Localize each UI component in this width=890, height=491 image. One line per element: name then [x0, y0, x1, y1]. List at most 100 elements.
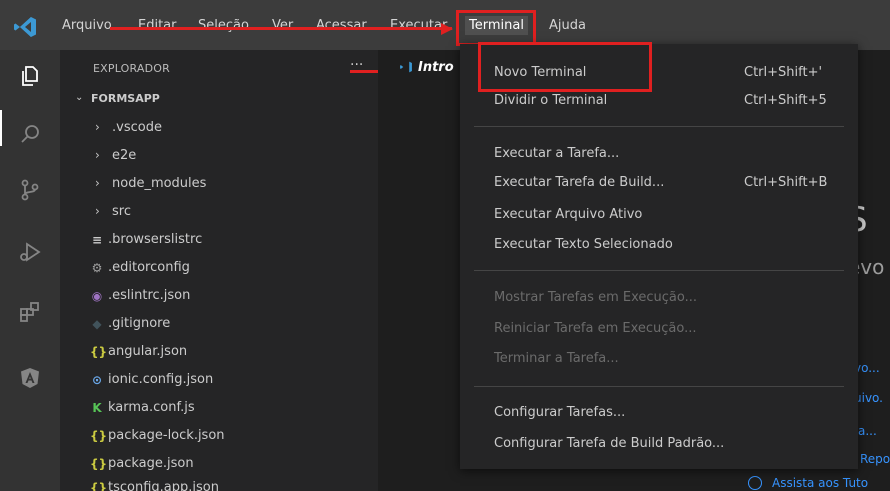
menu-item-label: Executar Texto Selecionado: [494, 237, 673, 252]
menu-item-dividir-terminal[interactable]: Dividir o Terminal Ctrl+Shift+5: [460, 89, 858, 113]
tree-file-eslintrc[interactable]: ◉ .eslintrc.json: [60, 286, 378, 308]
welcome-link[interactable]: Assista aos Tuto: [772, 476, 868, 490]
chevron-right-icon: ›: [95, 176, 100, 190]
welcome-link[interactable]: uivo.: [854, 391, 883, 405]
tree-item-label: angular.json: [108, 344, 188, 359]
menu-ver[interactable]: Ver: [272, 18, 293, 33]
menu-item-configurar-build-padrao[interactable]: Configurar Tarefa de Build Padrão...: [460, 432, 858, 456]
menu-item-label: Mostrar Tarefas em Execução...: [494, 290, 698, 305]
tree-item-label: .eslintrc.json: [108, 288, 191, 303]
tree-item-label: src: [112, 204, 131, 219]
menu-item-terminar-tarefa: Terminar a Tarefa...: [460, 347, 858, 371]
menu-item-executar-build[interactable]: Executar Tarefa de Build... Ctrl+Shift+B: [460, 171, 858, 195]
activity-bar: [0, 50, 60, 491]
eslint-icon: ◉: [91, 289, 103, 303]
tree-file-ionic-config[interactable]: ⊙ ionic.config.json: [60, 370, 378, 392]
welcome-link[interactable]: a...: [858, 424, 877, 438]
chevron-right-icon: ›: [95, 204, 100, 218]
chevron-down-icon: ⌄: [75, 92, 84, 103]
tree-file-angular-json[interactable]: {} angular.json: [60, 342, 378, 364]
sidebar-title: EXPLORADOR: [93, 62, 171, 75]
tree-item-label: .vscode: [112, 120, 162, 135]
tree-file-gitignore[interactable]: ◆ .gitignore: [60, 314, 378, 336]
editor-tab-label: Intro: [418, 60, 454, 75]
tree-item-label: karma.conf.js: [108, 400, 195, 415]
menu-item-mostrar-tarefas: Mostrar Tarefas em Execução...: [460, 286, 858, 310]
json-braces-icon: {}: [90, 429, 108, 443]
menu-arquivo[interactable]: Arquivo: [62, 18, 112, 33]
menu-item-label: Terminar a Tarefa...: [494, 351, 619, 366]
search-icon[interactable]: [18, 122, 42, 146]
menu-item-label: Executar Tarefa de Build...: [494, 175, 665, 190]
menu-item-label: Dividir o Terminal: [494, 93, 608, 108]
workspace-section-header[interactable]: FORMSAPP: [91, 92, 160, 105]
menu-selecao[interactable]: Seleção: [198, 18, 249, 33]
menu-item-executar-tarefa[interactable]: Executar a Tarefa...: [460, 142, 858, 166]
menu-separator: [474, 126, 844, 127]
menu-item-label: Executar Arquivo Ativo: [494, 207, 643, 222]
menu-item-executar-arquivo-ativo[interactable]: Executar Arquivo Ativo: [460, 203, 858, 227]
menu-item-label: Configurar Tarefa de Build Padrão...: [494, 436, 725, 451]
karma-icon: K: [92, 401, 102, 415]
play-circle-icon: [748, 476, 762, 490]
angular-icon[interactable]: [18, 366, 42, 390]
chevron-right-icon: ›: [95, 148, 100, 162]
vscode-logo-icon: [400, 61, 412, 73]
tree-folder-vscode[interactable]: › .vscode: [60, 118, 378, 140]
editor-tab-intro[interactable]: Intro: [378, 50, 468, 85]
tree-file-tsconfig-app[interactable]: {} tsconfig.app.json: [60, 478, 378, 491]
run-debug-icon[interactable]: [18, 240, 42, 264]
tree-item-label: ionic.config.json: [108, 372, 214, 387]
tree-item-label: package.json: [108, 456, 194, 471]
tree-folder-src[interactable]: › src: [60, 202, 378, 224]
explorer-files-icon[interactable]: [18, 64, 42, 88]
tree-folder-node-modules[interactable]: › node_modules: [60, 174, 378, 196]
tree-item-label: .browserslistrc: [108, 232, 203, 247]
menu-item-shortcut: Ctrl+Shift+B: [744, 175, 828, 190]
chevron-right-icon: ›: [95, 120, 100, 134]
tree-item-label: e2e: [112, 148, 137, 163]
menu-separator: [474, 386, 844, 387]
active-view-indicator: [0, 110, 2, 146]
json-braces-icon: {}: [90, 481, 108, 491]
source-control-icon[interactable]: [18, 178, 42, 202]
tree-item-label: .editorconfig: [108, 260, 190, 275]
menu-separator: [474, 270, 844, 271]
terminal-menu-dropdown: Novo Terminal Ctrl+Shift+' Dividir o Ter…: [460, 44, 858, 469]
extensions-icon[interactable]: [18, 300, 42, 324]
menu-executar[interactable]: Executar: [390, 18, 447, 33]
tree-file-editorconfig[interactable]: ⚙ .editorconfig: [60, 258, 378, 280]
tree-folder-e2e[interactable]: › e2e: [60, 146, 378, 168]
menu-item-executar-texto-selecionado[interactable]: Executar Texto Selecionado: [460, 233, 858, 257]
menu-item-reiniciar-tarefa: Reiniciar Tarefa em Execução...: [460, 317, 858, 341]
menu-item-label: Executar a Tarefa...: [494, 146, 620, 161]
tree-file-browserslistrc[interactable]: ≡ .browserslistrc: [60, 230, 378, 252]
tree-item-label: tsconfig.app.json: [108, 480, 219, 491]
menu-item-configurar-tarefas[interactable]: Configurar Tarefas...: [460, 401, 858, 425]
tree-file-package-json[interactable]: {} package.json: [60, 454, 378, 476]
tree-item-label: package-lock.json: [108, 428, 225, 443]
lines-file-icon: ≡: [91, 233, 103, 247]
menu-item-shortcut: Ctrl+Shift+5: [744, 93, 827, 108]
json-braces-icon: {}: [90, 457, 108, 471]
tree-file-package-lock[interactable]: {} package-lock.json: [60, 426, 378, 448]
tree-file-karma-conf[interactable]: K karma.conf.js: [60, 398, 378, 420]
gear-icon: ⚙: [91, 261, 103, 275]
menu-item-shortcut: Ctrl+Shift+': [744, 65, 823, 80]
menu-item-label: Reiniciar Tarefa em Execução...: [494, 321, 697, 336]
menu-item-label: Configurar Tarefas...: [494, 405, 626, 420]
welcome-link[interactable]: Repo: [860, 452, 890, 466]
menu-acessar[interactable]: Acessar: [316, 18, 367, 33]
annotation-box-novo-terminal: [478, 42, 652, 92]
annotation-arrowhead-menubar: [441, 23, 453, 35]
tree-item-label: .gitignore: [108, 316, 171, 331]
annotation-box-terminal: [456, 10, 536, 46]
tree-item-label: node_modules: [112, 176, 207, 191]
ionic-icon: ⊙: [91, 373, 103, 387]
menu-editar[interactable]: Editar: [138, 18, 177, 33]
vscode-logo-icon: [14, 17, 36, 37]
json-braces-icon: {}: [90, 345, 108, 359]
menu-ajuda[interactable]: Ajuda: [549, 18, 586, 33]
explorer-sidebar: EXPLORADOR ··· ⌄ FORMSAPP › .vscode › e2…: [60, 50, 378, 491]
git-icon: ◆: [92, 317, 102, 331]
